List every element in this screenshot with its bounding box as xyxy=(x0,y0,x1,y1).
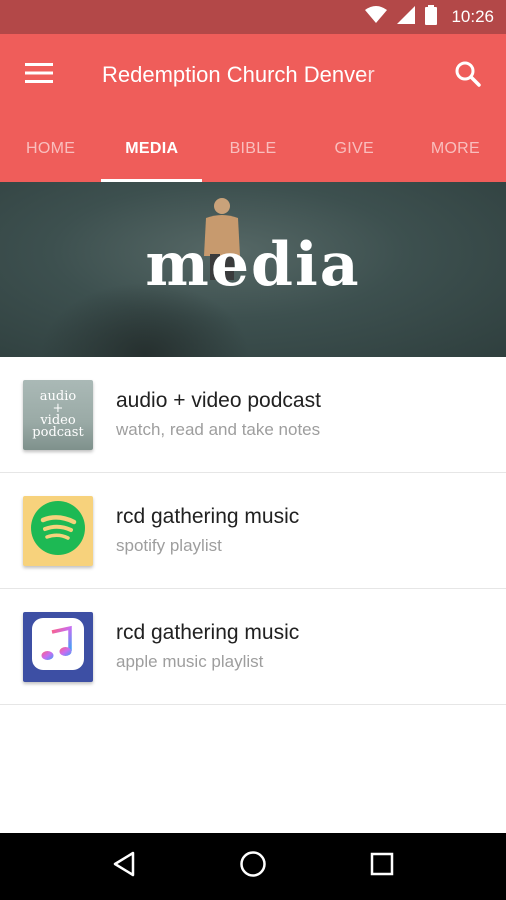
apple-music-thumbnail xyxy=(23,611,93,682)
tab-give[interactable]: GIVE xyxy=(304,116,405,182)
list-item-apple-music[interactable]: rcd gathering music apple music playlist xyxy=(0,589,506,705)
search-button[interactable] xyxy=(448,56,488,96)
tab-home[interactable]: HOME xyxy=(0,116,101,182)
back-button[interactable] xyxy=(99,842,149,892)
list-item-title: rcd gathering music xyxy=(116,621,300,644)
list-item-subtitle: watch, read and take notes xyxy=(116,420,321,439)
menu-button[interactable] xyxy=(0,34,78,116)
system-nav-bar xyxy=(0,833,506,900)
podcast-thumbnail: audio + video podcast xyxy=(23,379,93,450)
tab-media[interactable]: MEDIA xyxy=(101,116,203,182)
spotify-thumbnail xyxy=(23,495,93,566)
media-list: audio + video podcast audio + video podc… xyxy=(0,357,506,705)
list-item-title: audio + video podcast xyxy=(116,389,321,412)
tab-bar: HOME MEDIA BIBLE GIVE MORE xyxy=(0,116,506,182)
app-title: Redemption Church Denver xyxy=(102,62,402,88)
list-item-subtitle: apple music playlist xyxy=(116,652,264,671)
list-item-text: rcd gathering music spotify playlist xyxy=(116,505,299,556)
recents-icon xyxy=(370,852,394,881)
tab-bible[interactable]: BIBLE xyxy=(202,116,303,182)
app-bar: Redemption Church Denver xyxy=(0,34,506,116)
list-item-text: audio + video podcast watch, read and ta… xyxy=(116,389,321,440)
signal-icon xyxy=(397,5,416,29)
menu-icon xyxy=(25,62,53,88)
list-item-podcast[interactable]: audio + video podcast audio + video podc… xyxy=(0,357,506,473)
podcast-thumb-line: podcast xyxy=(32,424,84,440)
home-icon xyxy=(239,850,267,883)
wifi-icon xyxy=(365,5,388,29)
battery-icon xyxy=(425,4,438,30)
status-icons: 10:26 xyxy=(365,4,494,30)
list-item-spotify[interactable]: rcd gathering music spotify playlist xyxy=(0,473,506,589)
tab-more[interactable]: MORE xyxy=(405,116,506,182)
home-button[interactable] xyxy=(228,842,278,892)
recents-button[interactable] xyxy=(357,842,407,892)
list-item-text: rcd gathering music apple music playlist xyxy=(116,621,299,672)
media-banner: media xyxy=(0,182,506,357)
status-bar: 10:26 xyxy=(0,0,506,34)
apple-music-icon xyxy=(32,618,84,675)
list-item-title: rcd gathering music xyxy=(116,505,300,528)
screen: 10:26 Redemption Church Denver HOME MEDI… xyxy=(0,0,506,900)
list-item-subtitle: spotify playlist xyxy=(116,536,222,555)
back-icon xyxy=(112,851,136,882)
status-time: 10:26 xyxy=(451,7,494,26)
search-icon xyxy=(455,61,481,92)
banner-title: media xyxy=(145,230,361,300)
spotify-icon xyxy=(30,500,86,561)
